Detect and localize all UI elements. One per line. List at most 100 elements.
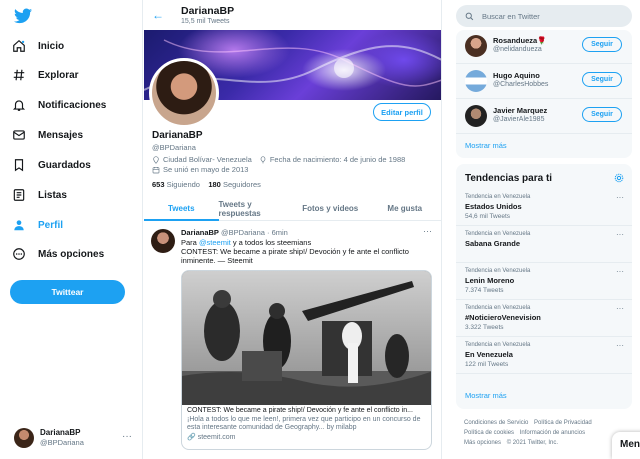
balloon-icon: [260, 155, 266, 163]
nav-notifications[interactable]: Notificaciones: [12, 94, 106, 116]
twitter-bird-icon[interactable]: [14, 8, 32, 24]
follow-button[interactable]: Seguir: [582, 107, 622, 122]
suggested-user[interactable]: Rosandueza🌹 @nelidandueza Seguir: [456, 30, 632, 64]
trend-context: Tendencia en Venezuela: [465, 231, 531, 237]
trend-count: 122 mil Tweets: [465, 361, 509, 368]
header-tweet-count: 15,5 mil Tweets: [181, 18, 230, 25]
who-to-follow-show-more[interactable]: Mostrar más: [465, 141, 507, 150]
nav-messages[interactable]: Mensajes: [12, 124, 83, 146]
search-box[interactable]: Buscar en Twitter: [456, 5, 632, 27]
trend-context: Tendencia en Venezuela: [465, 194, 531, 200]
search-input[interactable]: Buscar en Twitter: [482, 12, 540, 21]
suggested-user[interactable]: Hugo Aquino @CharlesHobbes Seguir: [456, 65, 632, 99]
trends-show-more[interactable]: Mostrar más: [465, 391, 507, 400]
trend-context: Tendencia en Venezuela: [465, 305, 531, 311]
nav-home-label: Inicio: [38, 40, 65, 52]
tweet-line-3: inminente. — Steemit: [181, 256, 253, 265]
footer-more[interactable]: Más opciones: [464, 440, 501, 446]
tweet-header: DarianaBP @BPDariana · 6min: [181, 228, 288, 237]
nav-profile[interactable]: Perfil: [12, 214, 63, 236]
footer-cookies[interactable]: Política de cookies: [464, 430, 514, 436]
nav-more-options[interactable]: Más opciones: [12, 243, 104, 265]
account-handle: @BPDariana: [40, 438, 84, 447]
follow-button[interactable]: Seguir: [582, 37, 622, 52]
trend-item[interactable]: Tendencia en Venezuela Sabana Grande ···: [456, 227, 632, 263]
tweet-button[interactable]: Twittear: [10, 280, 125, 304]
calendar-icon: [152, 166, 160, 173]
tab-media[interactable]: Fotos y videos: [293, 197, 368, 220]
search-icon: [465, 12, 474, 20]
tab-tweets-and-replies[interactable]: Tweets y respuestas: [219, 197, 294, 220]
tweet-avatar[interactable]: [151, 229, 175, 253]
profile-avatar[interactable]: [149, 58, 219, 128]
tweet-line-2: CONTEST: We became a pirate ship!/ Devoc…: [181, 247, 409, 256]
trend-item[interactable]: Tendencia en Venezuela Lenin Moreno 7.37…: [456, 264, 632, 300]
header-profile-name: DarianaBP: [181, 5, 235, 17]
nav-lists[interactable]: Listas: [12, 184, 67, 206]
user-avatar[interactable]: [465, 35, 487, 57]
trend-more-icon[interactable]: ···: [616, 267, 624, 276]
nav-home[interactable]: Inicio: [12, 35, 64, 57]
trend-item[interactable]: Tendencia en Venezuela #NoticieroVenevis…: [456, 301, 632, 337]
tweet-handle-time: @BPDariana · 6min: [221, 228, 288, 237]
link-card[interactable]: CONTEST: We became a pirate ship!/ Devoc…: [181, 270, 432, 450]
user-avatar[interactable]: [465, 70, 487, 92]
list-icon: [13, 189, 25, 201]
user-handle: @nelidandueza: [493, 46, 542, 53]
trend-more-icon[interactable]: ···: [616, 304, 624, 313]
user-name[interactable]: Hugo Aquino: [493, 71, 540, 80]
user-name[interactable]: Rosandueza🌹: [493, 36, 547, 45]
account-name: DarianaBP: [40, 428, 81, 437]
profile-birthday: Fecha de nacimiento: 4 de junio de 1988: [269, 155, 406, 164]
tweet-mention[interactable]: @steemit: [199, 238, 231, 247]
trend-name: Lenin Moreno: [465, 276, 515, 285]
who-to-follow: Rosandueza🌹 @nelidandueza Seguir Hugo Aq…: [456, 30, 632, 158]
profile-name: DarianaBP: [152, 130, 203, 141]
profile-meta-row: Ciudad Bolívar- Venezuela Fecha de nacim…: [152, 155, 405, 164]
gear-icon[interactable]: [614, 173, 624, 183]
trend-item[interactable]: Tendencia en Venezuela En Venezuela 122 …: [456, 338, 632, 374]
trend-item[interactable]: Tendencia en Venezuela Estados Unidos 54…: [456, 190, 632, 226]
trend-more-icon[interactable]: ···: [616, 341, 624, 350]
messages-drawer-tab[interactable]: Men: [612, 432, 640, 459]
tab-likes[interactable]: Me gusta: [368, 197, 442, 220]
nav-explore[interactable]: Explorar: [12, 64, 79, 86]
profile-tabs: Tweets Tweets y respuestas Fotos y video…: [144, 197, 442, 221]
profile-joined: Se unió en mayo de 2013: [163, 165, 249, 174]
tab-tweets[interactable]: Tweets: [144, 197, 219, 221]
tweet-author-name[interactable]: DarianaBP: [181, 228, 219, 237]
trend-count: 7.374 Tweets: [465, 287, 504, 294]
profile-location: Ciudad Bolívar- Venezuela: [163, 155, 252, 164]
ellipsis-icon: ···: [122, 431, 132, 442]
tweet-more-icon[interactable]: ···: [423, 226, 432, 236]
footer-ads[interactable]: Información de anuncios: [520, 430, 585, 436]
follow-button[interactable]: Seguir: [582, 72, 622, 87]
trend-more-icon[interactable]: ···: [616, 230, 624, 239]
footer-terms[interactable]: Condiciones de Servicio: [464, 420, 528, 426]
followers-link[interactable]: 180 Seguidores: [208, 180, 261, 189]
footer-privacy[interactable]: Política de Privacidad: [534, 420, 592, 426]
tweet-text: Para @steemit y a todos los steemians CO…: [181, 238, 431, 265]
edit-profile-button[interactable]: Editar perfil: [373, 103, 431, 121]
trends-title: Tendencias para ti: [465, 173, 553, 184]
user-name[interactable]: Javier Marquez: [493, 106, 547, 115]
bell-icon: [12, 100, 26, 111]
hashtag-icon: [13, 69, 25, 81]
trends-panel: Tendencias para ti Tendencia en Venezuel…: [456, 164, 632, 409]
trend-name: En Venezuela: [465, 350, 513, 359]
back-arrow-icon[interactable]: ←: [152, 8, 164, 22]
bookmark-icon: [14, 159, 24, 172]
profile-column: ← DarianaBP 15,5 mil Tweets Editar perfi…: [144, 0, 442, 459]
following-label: Siguiendo: [166, 180, 200, 189]
account-switcher[interactable]: DarianaBP @BPDariana ···: [14, 427, 136, 449]
following-link[interactable]: 653 Siguiendo: [152, 180, 200, 189]
trend-context: Tendencia en Venezuela: [465, 268, 531, 274]
mail-icon: [13, 130, 25, 140]
nav-bookmarks[interactable]: Guardados: [12, 154, 91, 176]
trend-more-icon[interactable]: ···: [616, 193, 624, 202]
user-avatar[interactable]: [465, 105, 487, 127]
trend-name: Estados Unidos: [465, 202, 522, 211]
tweet[interactable]: DarianaBP @BPDariana · 6min ··· Para @st…: [144, 222, 441, 459]
suggested-user[interactable]: Javier Marquez @JavierAle1985 Seguir: [456, 100, 632, 134]
tweet-text-prefix: Para: [181, 238, 199, 247]
